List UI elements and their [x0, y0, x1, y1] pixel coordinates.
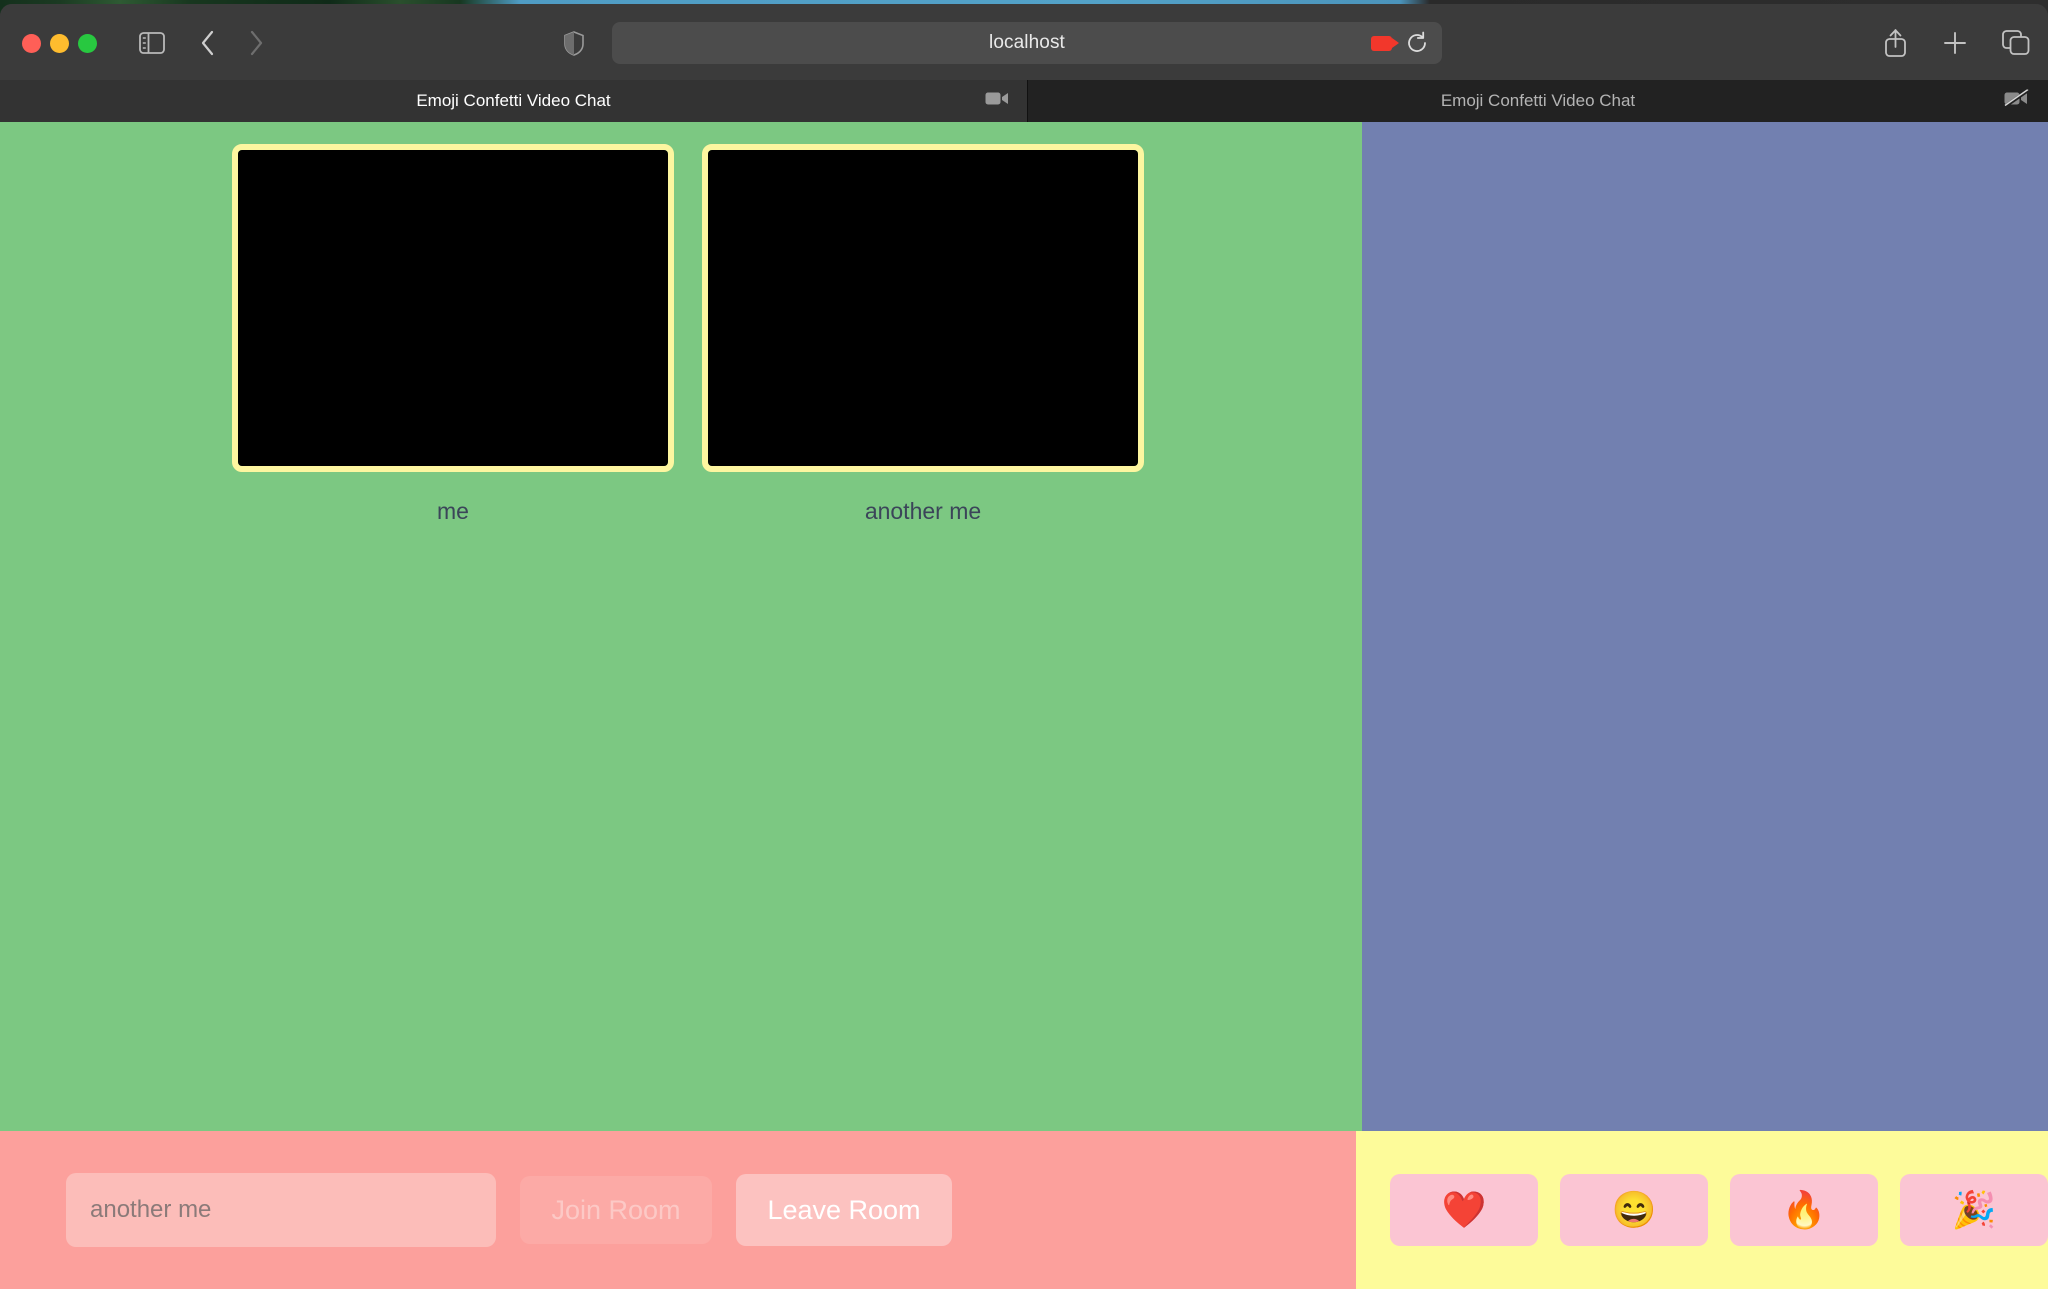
camera-active-icon[interactable]: [1371, 35, 1399, 51]
toolbar-right-actions: [1883, 22, 2030, 64]
emoji-reaction-bar: ❤️ 😄 🔥 🎉: [1356, 1131, 2048, 1289]
emoji-button-party-popper[interactable]: 🎉: [1900, 1174, 2048, 1246]
browser-toolbar: localhost: [0, 4, 2048, 80]
emoji-button-fire[interactable]: 🔥: [1730, 1174, 1878, 1246]
camera-muted-icon[interactable]: [2004, 88, 2030, 113]
tab-overview-icon[interactable]: [2002, 30, 2030, 56]
video-chat-app: me another me Join Room: [0, 122, 2048, 1289]
leave-room-button[interactable]: Leave Room: [736, 1174, 952, 1246]
sidebar-toggle-icon[interactable]: [132, 24, 172, 62]
app-upper-section: me another me: [0, 122, 2048, 1131]
address-bar[interactable]: localhost: [612, 22, 1442, 64]
video-frame[interactable]: [232, 144, 674, 472]
video-grid-panel: me another me: [0, 122, 1362, 1131]
maximize-window-button[interactable]: [78, 34, 97, 53]
video-tile[interactable]: me: [232, 144, 674, 525]
browser-window: localhost Emoji Confetti Video Chat Emoj…: [0, 4, 2048, 1289]
tab-bar: Emoji Confetti Video Chat Emoji Confetti…: [0, 80, 2048, 122]
minimize-window-button[interactable]: [50, 34, 69, 53]
video-tile[interactable]: another me: [702, 144, 1144, 525]
tab-title: Emoji Confetti Video Chat: [1440, 91, 1636, 110]
video-tile-label: another me: [864, 498, 982, 524]
video-frame[interactable]: [702, 144, 1144, 472]
forward-arrow-icon[interactable]: [238, 24, 274, 62]
camera-icon[interactable]: [985, 91, 1009, 112]
video-tiles: me another me: [0, 144, 1362, 525]
new-tab-plus-icon[interactable]: [1942, 30, 1968, 56]
tab-emoji-confetti-video-chat-1[interactable]: Emoji Confetti Video Chat: [0, 80, 1027, 122]
tab-emoji-confetti-video-chat-2[interactable]: Emoji Confetti Video Chat: [1027, 80, 2048, 122]
web-page-content: me another me Join Room: [0, 122, 2048, 1289]
display-name-input[interactable]: [66, 1173, 496, 1247]
tab-title: Emoji Confetti Video Chat: [416, 91, 611, 110]
side-panel: [1362, 122, 2048, 1131]
shield-icon[interactable]: [558, 24, 590, 62]
back-arrow-icon[interactable]: [190, 24, 226, 62]
app-lower-section: Join Room Leave Room ❤️ 😄 🔥 🎉: [0, 1131, 2048, 1289]
emoji-button-grin[interactable]: 😄: [1560, 1174, 1708, 1246]
address-bar-url: localhost: [989, 32, 1065, 53]
room-controls-bar: Join Room Leave Room: [0, 1131, 1356, 1289]
share-icon[interactable]: [1883, 28, 1908, 58]
video-tile-label: me: [437, 498, 469, 524]
video-stream: [708, 150, 1138, 466]
reload-icon[interactable]: [1406, 31, 1428, 55]
close-window-button[interactable]: [22, 34, 41, 53]
video-stream: [238, 150, 668, 466]
emoji-button-heart[interactable]: ❤️: [1390, 1174, 1538, 1246]
join-room-button[interactable]: Join Room: [520, 1176, 712, 1244]
address-bar-trailing-icons: [1371, 22, 1428, 64]
